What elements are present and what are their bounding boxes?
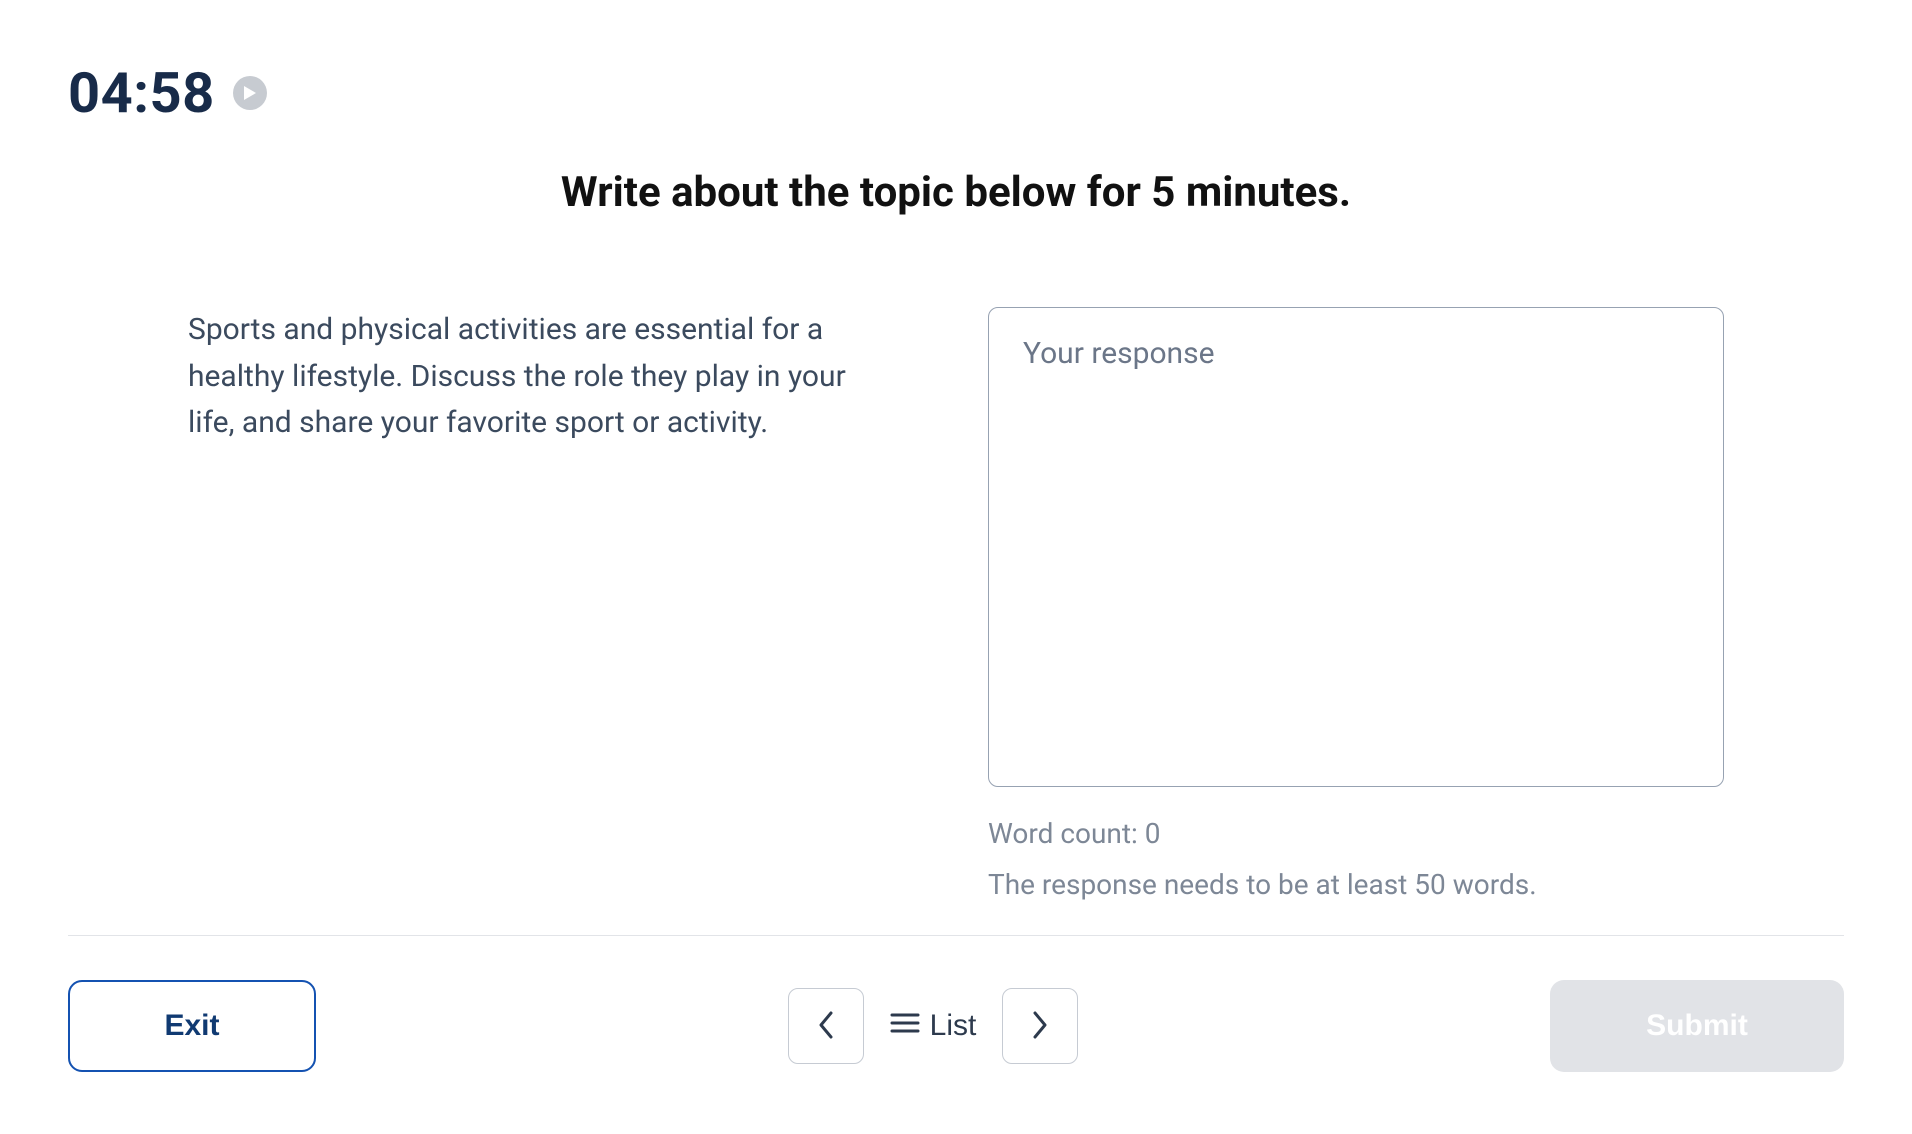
prev-button[interactable] [788,988,864,1064]
play-icon[interactable] [233,76,267,110]
prompt-text: Sports and physical activities are essen… [188,307,888,901]
footer-divider [68,935,1844,936]
menu-icon [890,1009,920,1043]
word-count: Word count: 0 [988,817,1724,850]
timer-row: 04:58 [68,60,1844,126]
page-heading: Write about the topic below for 5 minute… [68,168,1844,217]
chevron-right-icon [1031,1010,1049,1043]
min-words-hint: The response needs to be at least 50 wor… [988,868,1724,901]
next-button[interactable] [1002,988,1078,1064]
list-button[interactable]: List [886,1009,981,1043]
timer-display: 04:58 [68,60,215,126]
submit-button[interactable]: Submit [1550,980,1844,1072]
response-textarea[interactable] [988,307,1724,787]
exit-button[interactable]: Exit [68,980,316,1072]
list-label: List [930,1009,977,1043]
nav-group: List [788,988,1079,1064]
chevron-left-icon [817,1010,835,1043]
